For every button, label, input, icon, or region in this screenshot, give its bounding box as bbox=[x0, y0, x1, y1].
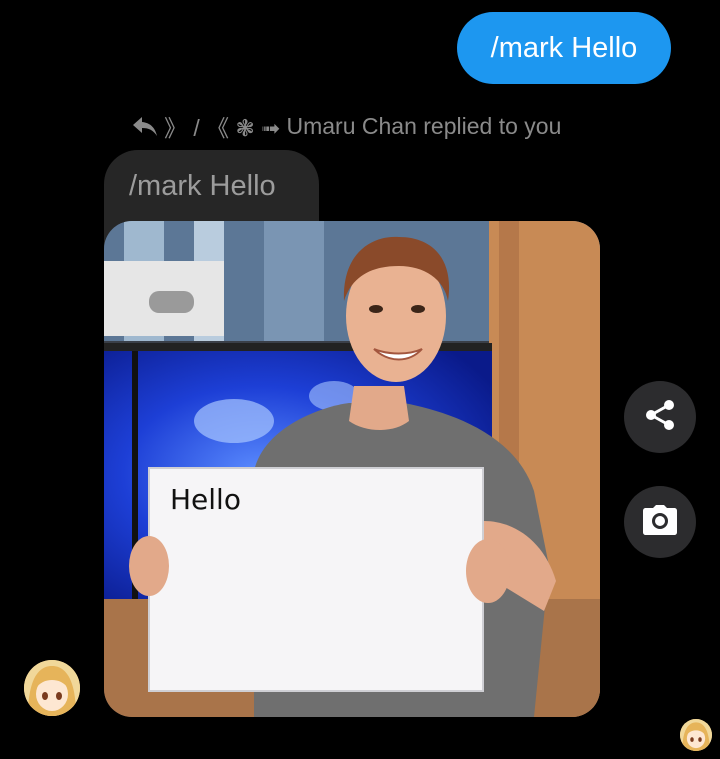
person-left-fingers bbox=[129, 536, 169, 596]
image-message[interactable]: Hello bbox=[104, 221, 600, 717]
camera-icon bbox=[642, 504, 678, 541]
person-right-fingers bbox=[466, 539, 510, 603]
reply-header-text: Umaru Chan replied to you bbox=[286, 112, 562, 139]
read-receipt-avatar bbox=[680, 719, 712, 751]
reply-arrow-icon bbox=[132, 115, 158, 137]
quoted-message-text: /mark Hello bbox=[129, 170, 276, 202]
person-eye bbox=[411, 305, 425, 313]
window-pane bbox=[264, 221, 324, 341]
sign-text: Hello bbox=[170, 483, 241, 516]
share-icon bbox=[643, 398, 677, 437]
person-neck bbox=[349, 386, 409, 430]
sent-message-text: /mark Hello bbox=[490, 31, 638, 64]
reply-header: 》 / 《 ❃ ➟ Umaru Chan replied to you bbox=[132, 110, 561, 142]
camera-lens-housing bbox=[149, 291, 194, 313]
sender-avatar[interactable] bbox=[24, 660, 80, 716]
person-eye bbox=[369, 305, 383, 313]
camera-button[interactable] bbox=[624, 486, 696, 558]
sent-message-bubble[interactable]: /mark Hello bbox=[457, 12, 671, 84]
map-continent bbox=[194, 399, 274, 443]
share-button[interactable] bbox=[624, 381, 696, 453]
reply-decor-text: 》 / 《 ❃ ➟ bbox=[164, 115, 281, 141]
